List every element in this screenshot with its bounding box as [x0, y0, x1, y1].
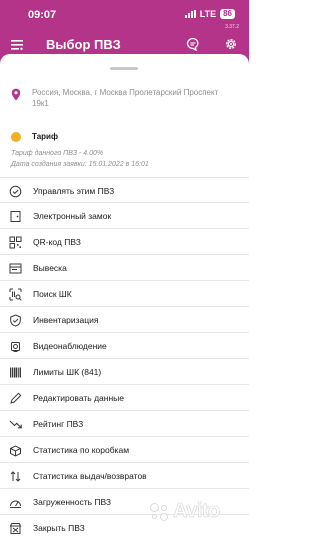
- menu-item-qr-code[interactable]: QR-код ПВЗ: [0, 229, 249, 255]
- menu-item-barcode-search[interactable]: Поиск ШК: [0, 281, 249, 307]
- status-indicators: LTE 86: [184, 9, 235, 19]
- menu-item-label: Лимиты ШК (841): [33, 367, 102, 377]
- barcode-icon: [10, 367, 22, 378]
- box-stats-icon: [10, 445, 21, 457]
- menu-item-label: Видеонаблюдение: [33, 341, 107, 351]
- menu-item-label: Управлять этим ПВЗ: [33, 186, 115, 196]
- menu-item-video[interactable]: Видеонаблюдение: [0, 333, 249, 359]
- menu-item-manage[interactable]: Управлять этим ПВЗ: [0, 177, 249, 203]
- sheet-drag-handle[interactable]: [110, 67, 138, 70]
- pvz-details-sheet: Россия, Москва, г Москва Пролетарский Пр…: [0, 54, 249, 540]
- load-gauge-icon: [10, 500, 21, 508]
- tariff-title: Тариф: [32, 132, 58, 141]
- menu-item-label: Статистика выдач/возвратов: [33, 471, 147, 481]
- page-title: Выбор ПВЗ: [46, 37, 121, 52]
- tariff-icon: [11, 132, 21, 142]
- menu-item-e-lock[interactable]: Электронный замок: [0, 203, 249, 229]
- application-date: Дата создания заявки: 15.01.2022 в 16:01: [11, 161, 149, 168]
- door-lock-icon: [10, 211, 21, 222]
- menu-item-issue-return-stats[interactable]: Статистика выдач/возвратов: [0, 463, 249, 489]
- menu-item-label: Статистика по коробкам: [33, 445, 130, 455]
- menu-item-label: Поиск ШК: [33, 289, 72, 299]
- address-text: Россия, Москва, г Москва Пролетарский Пр…: [32, 88, 219, 108]
- trend-icon: [9, 420, 22, 429]
- menu-item-label: Закрыть ПВЗ: [33, 523, 85, 533]
- pencil-icon: [10, 392, 22, 404]
- menu-item-box-stats[interactable]: Статистика по коробкам: [0, 437, 249, 463]
- check-circle-icon: [9, 185, 22, 198]
- chat-icon[interactable]: [186, 37, 200, 51]
- signboard-icon: [9, 263, 22, 274]
- avito-watermark: Avito: [148, 500, 221, 523]
- camera-icon: [11, 342, 20, 352]
- menu-item-label: Электронный замок: [33, 211, 112, 221]
- menu-item-label: Рейтинг ПВЗ: [33, 419, 84, 429]
- status-bar: 09:07 LTE 86 3.37.2: [0, 0, 249, 30]
- menu-item-label: Редактировать данные: [33, 393, 124, 403]
- battery-icon: 86: [220, 9, 235, 19]
- menu-item-label: QR-код ПВЗ: [33, 237, 81, 247]
- avito-logo-icon: [148, 501, 170, 523]
- gear-icon[interactable]: [224, 37, 238, 51]
- menu-item-signboard[interactable]: Вывеска: [0, 255, 249, 281]
- swap-arrows-icon: [10, 471, 21, 482]
- menu-item-edit-data[interactable]: Редактировать данные: [0, 385, 249, 411]
- barcode-search-icon: [9, 288, 22, 301]
- menu-item-inventory[interactable]: Инвентаризация: [0, 307, 249, 333]
- network-label: LTE: [199, 9, 217, 19]
- menu-icon[interactable]: [11, 40, 23, 50]
- watermark-text: Avito: [173, 500, 221, 523]
- menu-item-label: Инвентаризация: [33, 315, 99, 325]
- close-store-icon: [9, 523, 22, 534]
- location-pin-icon: [11, 88, 21, 101]
- menu-item-label: Вывеска: [33, 263, 67, 273]
- inventory-shield-icon: [10, 314, 21, 327]
- signal-icon: [184, 10, 196, 18]
- menu-item-rating[interactable]: Рейтинг ПВЗ: [0, 411, 249, 437]
- qr-code-icon: [9, 236, 22, 249]
- menu-item-barcode-limits[interactable]: Лимиты ШК (841): [0, 359, 249, 385]
- tariff-rate: Тариф данного ПВЗ - 4.00%: [11, 150, 104, 157]
- status-time: 09:07: [28, 9, 57, 21]
- menu-item-label: Загруженность ПВЗ: [33, 497, 112, 507]
